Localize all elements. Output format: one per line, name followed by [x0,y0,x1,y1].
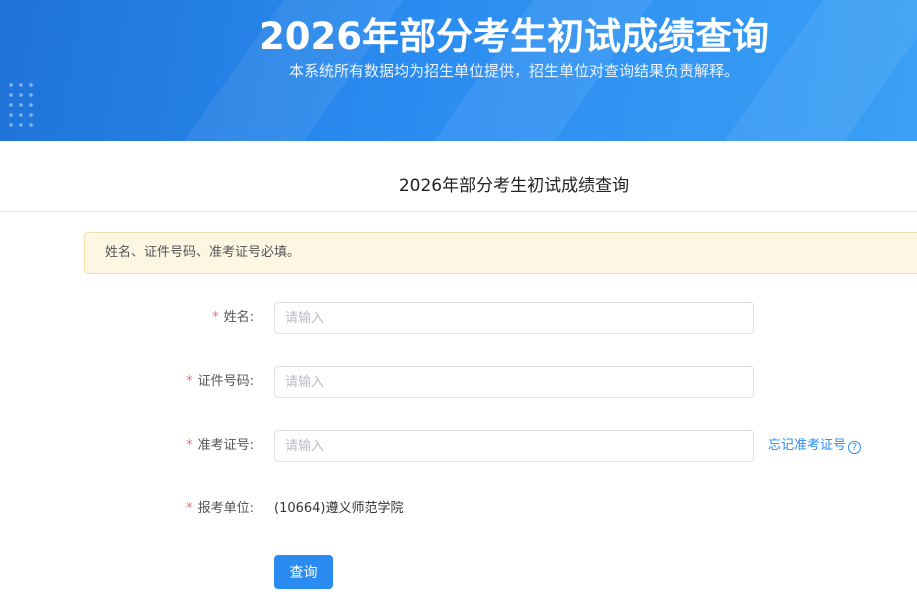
divider [0,211,917,212]
exam-number-input[interactable] [274,430,754,462]
required-mark: * [186,374,193,389]
id-number-label: * 证件号码: [186,374,254,389]
required-fields-alert: 姓名、证件号码、准考证号必填。 [84,232,917,274]
name-label: * 姓名: [212,310,254,325]
header-banner: 2026年部分考生初试成绩查询 本系统所有数据均为招生单位提供，招生单位对查询结… [0,0,917,141]
form-row-unit: * 报考单位: (10664)遵义师范学院 [0,493,917,525]
exam-number-label: * 准考证号: [186,438,254,453]
form-row-name: * 姓名: [0,302,917,334]
question-circle-icon[interactable]: ? [848,441,862,454]
required-mark: * [212,310,219,325]
id-number-input[interactable] [274,366,754,398]
required-mark: * [186,501,193,516]
form-row-id-number: * 证件号码: [0,366,917,398]
banner-subtitle: 本系统所有数据均为招生单位提供，招生单位对查询结果负责解释。 [288,62,739,80]
forgot-exam-number-link[interactable]: 忘记准考证号? [768,430,862,462]
banner-dots [6,80,34,130]
page-title: 2026年部分考生初试成绩查询 [398,176,630,196]
name-input[interactable] [274,302,754,334]
banner-title: 2026年部分考生初试成绩查询 [259,15,769,58]
unit-value: (10664)遵义师范学院 [274,501,404,516]
required-mark: * [186,438,193,453]
unit-label: * 报考单位: [186,501,254,516]
query-button[interactable]: 查询 [274,555,333,589]
form-row-exam-number: *准考证号: 忘记准考证号? [0,430,917,462]
